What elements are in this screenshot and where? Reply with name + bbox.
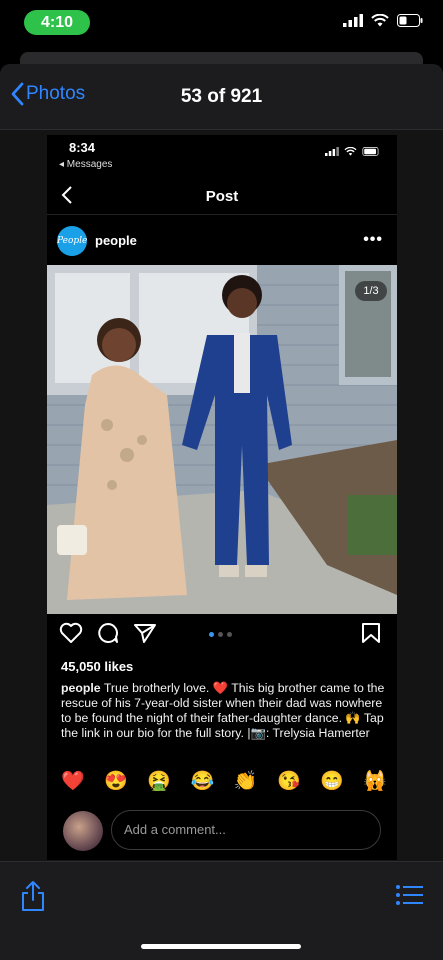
reaction-heart[interactable]: ❤️ [61,769,85,793]
reaction-kiss[interactable]: 😘 [277,769,301,793]
photo-position-title: 53 of 921 [180,86,263,107]
people-avatar[interactable]: People [57,226,87,256]
signal-icon [343,14,363,27]
ig-back-to-messages: ◂ Messages [59,159,113,170]
status-time[interactable]: 4:10 [24,10,90,35]
post-actions [47,622,397,648]
more-options-icon[interactable]: ••• [363,231,383,249]
carousel-dots [209,632,232,637]
comment-input[interactable]: Add a comment... [111,810,381,850]
account-name[interactable]: people [95,233,137,248]
system-icons [343,14,423,27]
signal-icon [325,147,339,156]
post-caption: people True brotherly love. ❤️ This big … [61,681,387,741]
carousel-dot-active [209,632,214,637]
background-sheet [20,52,423,64]
reaction-clap[interactable]: 👏 [234,769,258,793]
photos-toolbar [0,861,443,960]
carousel-dot [218,632,223,637]
home-indicator[interactable] [141,944,301,949]
likes-count[interactable]: 45,050 likes [61,659,133,674]
ig-status-time: 8:34 [69,140,96,155]
reaction-heart-eyes[interactable]: 😍 [104,769,128,793]
instagram-screenshot[interactable]: 8:34 ◂ Messages Post People people ••• 1… [47,135,397,860]
user-avatar [63,811,103,851]
ig-post-header: Post [47,177,397,215]
ig-system-icons [325,147,381,156]
ig-status-bar: 8:34 ◂ Messages [47,135,397,175]
reaction-grin[interactable]: 😁 [320,769,344,793]
reaction-scream-cat[interactable]: 🙀 [363,769,387,793]
list-icon[interactable] [395,884,423,906]
comment-icon[interactable] [97,622,119,644]
status-bar: 4:10 [0,0,443,48]
photos-navbar: Photos 53 of 921 [0,64,443,130]
post-photo-illustration [47,265,397,614]
share-icon[interactable] [20,880,46,912]
quick-reaction-row: ❤️ 😍 🤮 😂 👏 😘 😁 🙀 [61,769,387,793]
reaction-laugh[interactable]: 😂 [191,769,215,793]
send-icon[interactable] [133,622,157,644]
heart-icon[interactable] [59,622,83,644]
caption-username[interactable]: people [61,681,101,695]
bookmark-icon[interactable] [361,622,381,644]
caption-text: True brotherly love. ❤️ This big brother… [61,681,385,740]
battery-icon [362,147,379,156]
wifi-icon [344,147,357,156]
battery-icon [397,14,423,27]
comment-row: Add a comment... [47,807,397,855]
account-row: People people ••• [47,223,397,259]
wifi-icon [371,14,389,27]
post-photo[interactable]: 1/3 [47,265,397,614]
ig-post-title: Post [205,188,239,205]
reaction-vomit[interactable]: 🤮 [147,769,171,793]
image-counter-badge: 1/3 [355,281,387,301]
carousel-dot [227,632,232,637]
